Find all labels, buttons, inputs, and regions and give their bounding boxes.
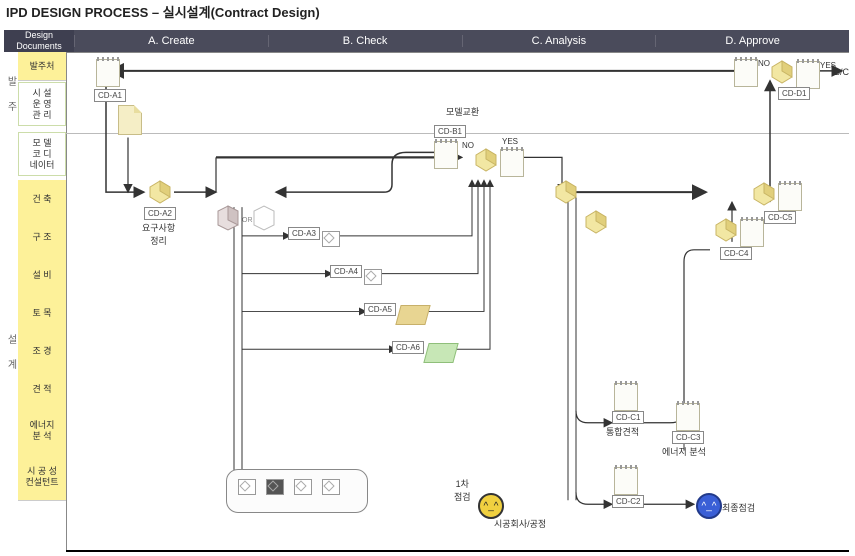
notepad-icon — [614, 383, 638, 411]
swimlane-column: 발 주 설 계 발주처 시 설 운 영 관 리 모 델 코 디 네이터 건 축 … — [4, 52, 67, 552]
lane-landscape: 조 경 — [18, 332, 66, 371]
label-or: OR — [242, 217, 253, 224]
lane-estimate: 견 적 — [18, 370, 66, 409]
model-artifact-icon — [294, 479, 312, 495]
building-icon — [750, 179, 778, 207]
code-cd-a2: CD-A2 — [144, 207, 176, 220]
lane-arch: 건 축 — [18, 180, 66, 219]
code-cd-c2: CD-C2 — [612, 495, 644, 508]
swimlane-group-design: 설 계 — [4, 172, 18, 532]
model-artifact-icon — [238, 479, 256, 495]
phase-d-approve: D. Approve — [655, 35, 849, 47]
phase-c-analysis: C. Analysis — [462, 35, 656, 47]
diagram-canvas: CD-A1 CD-A2 요구사항 정리 OR CD-A3 CD-A4 CD-A5… — [66, 52, 849, 552]
page-title: IPD DESIGN PROCESS – 실시설계(Contract Desig… — [6, 2, 320, 21]
lane-mep: 설 비 — [18, 256, 66, 295]
label-model-exchange: 모델교환 — [446, 105, 479, 118]
code-cd-c1: CD-C1 — [612, 411, 644, 424]
code-cd-d1: CD-D1 — [778, 87, 810, 100]
label-first-check: 1차 점검 — [454, 477, 471, 503]
phase-b-check: B. Check — [268, 35, 462, 47]
label-bc: B/C — [834, 67, 849, 77]
building-icon — [712, 215, 740, 243]
building-icon — [214, 203, 242, 231]
notepad-icon — [796, 61, 820, 89]
model-artifact-icon — [266, 479, 284, 495]
code-cd-b1: CD-B1 — [434, 125, 466, 138]
person-icon: ^_^ — [478, 493, 504, 519]
building-icon — [552, 177, 580, 205]
model-artifact-icon — [322, 231, 340, 247]
notepad-icon — [740, 219, 764, 247]
document-icon — [118, 105, 142, 135]
person-icon: ^_^ — [696, 493, 722, 519]
lane-facility: 시 설 운 영 관 리 — [18, 82, 66, 126]
landscape-icon — [423, 343, 458, 363]
notepad-icon — [734, 59, 758, 87]
code-cd-c5: CD-C5 — [764, 211, 796, 224]
model-artifact-icon — [322, 479, 340, 495]
building-icon — [582, 207, 610, 235]
code-cd-a5: CD-A5 — [364, 303, 396, 316]
code-cd-c4: CD-C4 — [720, 247, 752, 260]
lane-owner: 발주처 — [18, 52, 66, 81]
label-integrated-estimate: 통합견적 — [606, 425, 639, 438]
building-icon — [768, 57, 796, 85]
building-icon — [472, 145, 500, 173]
notepad-icon — [500, 149, 524, 177]
model-artifact-icon — [364, 269, 382, 285]
code-cd-c3: CD-C3 — [672, 431, 704, 444]
lane-civil: 토 목 — [18, 294, 66, 333]
building-outline-icon — [250, 203, 278, 231]
notepad-icon — [676, 403, 700, 431]
label-final-check: 최종점검 — [722, 501, 755, 514]
phase-a-create: A. Create — [74, 35, 268, 47]
label-contractor: 시공회사/공정 — [494, 517, 546, 530]
code-cd-a6: CD-A6 — [392, 341, 424, 354]
phase-header-bar: DesignDocuments A. Create B. Check C. An… — [4, 30, 849, 52]
phase-header-design-documents: DesignDocuments — [4, 30, 74, 52]
plan-icon — [395, 305, 430, 325]
notepad-icon — [778, 183, 802, 211]
code-cd-a3: CD-A3 — [288, 227, 320, 240]
label-energy-analysis: 에너지 분석 — [662, 445, 706, 458]
lane-struct: 구 조 — [18, 218, 66, 257]
code-cd-a4: CD-A4 — [330, 265, 362, 278]
code-cd-a1: CD-A1 — [94, 89, 126, 102]
label-requirements: 요구사항 정리 — [142, 221, 175, 247]
notepad-icon — [96, 59, 120, 87]
label-yes: YES — [502, 137, 518, 146]
lane-construct: 시 공 성 컨설턴트 — [18, 454, 66, 501]
notepad-icon — [434, 141, 458, 169]
lane-energy: 에너지 분 석 — [18, 408, 66, 455]
notepad-icon — [614, 467, 638, 495]
building-icon — [146, 177, 174, 205]
lane-coordinator: 모 델 코 디 네이터 — [18, 132, 66, 176]
swimlane-group-owner: 발 주 — [4, 60, 18, 128]
